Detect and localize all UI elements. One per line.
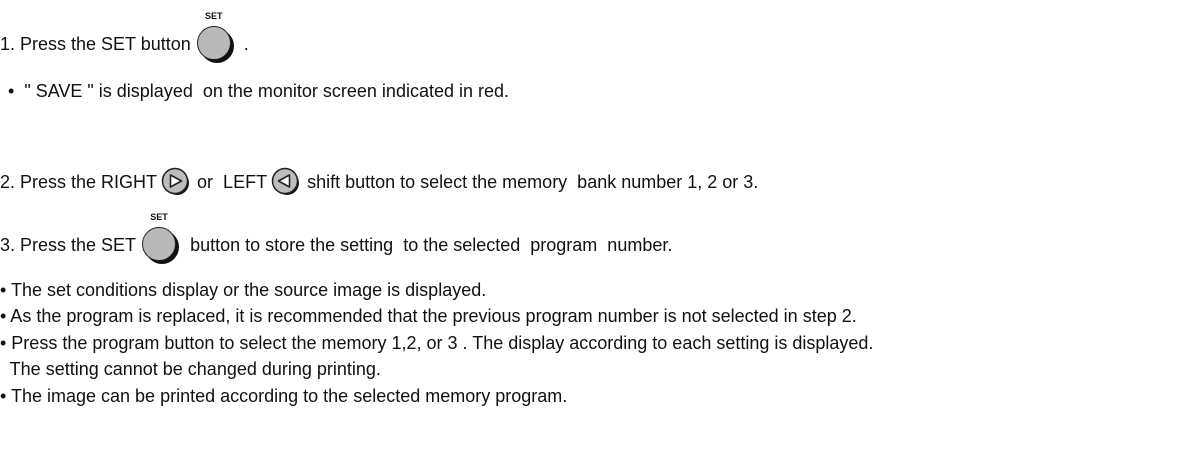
set-button-label: SET [150, 212, 168, 222]
bullet-save-displayed: • " SAVE " is displayed on the monitor s… [8, 80, 509, 102]
note-text: The setting cannot be changed during pri… [0, 359, 381, 379]
set-button-icon: SET [142, 212, 178, 263]
note-item: • The set conditions display or the sour… [0, 279, 486, 301]
note-text: • As the program is replaced, it is reco… [0, 306, 857, 326]
step-2: 2. Press the RIGHT or LEFT shift button … [0, 167, 758, 197]
note-text: • The set conditions display or the sour… [0, 280, 487, 300]
note-text: • Press the program button to select the… [0, 333, 874, 353]
note-text: • The image can be printed according to … [0, 386, 568, 406]
note-item-continuation: The setting cannot be changed during pri… [0, 358, 381, 380]
left-shift-button-icon [271, 167, 301, 197]
right-shift-button-icon [161, 167, 191, 197]
step-2-suffix: shift button to select the memory bank n… [307, 172, 759, 192]
note-item: • Press the program button to select the… [0, 332, 873, 354]
set-button-label: SET [205, 11, 223, 21]
step-1-text: 1. Press the SET button [0, 34, 191, 54]
step-1: 1. Press the SET button SET . [0, 11, 249, 62]
step-3: 3. Press the SET SET button to store the… [0, 212, 673, 263]
step-2-middle: or LEFT [197, 172, 268, 192]
step-3-suffix: button to store the setting to the selec… [190, 235, 673, 255]
step-1-suffix: . [238, 34, 249, 54]
bullet-text: " SAVE " is displayed on the monitor scr… [14, 81, 510, 101]
note-item: • As the program is replaced, it is reco… [0, 305, 857, 327]
step-2-prefix: 2. Press the RIGHT [0, 172, 158, 192]
note-item: • The image can be printed according to … [0, 385, 567, 407]
set-button-icon: SET [196, 11, 233, 62]
step-3-prefix: 3. Press the SET [0, 235, 137, 255]
